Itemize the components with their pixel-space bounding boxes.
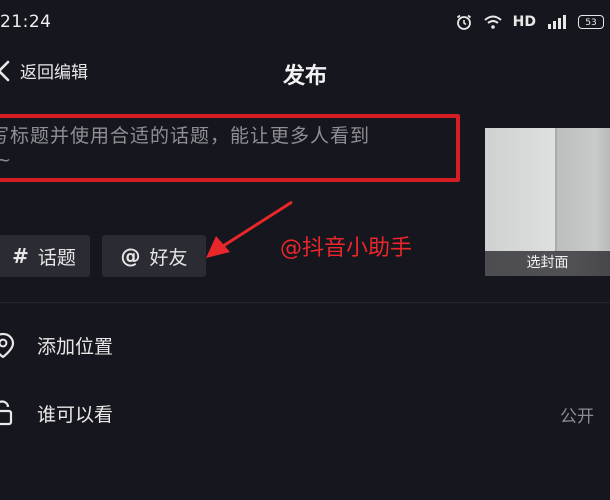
back-chevron-icon [0,60,10,81]
page-title-wrap: 发布 [0,58,610,90]
at-icon: @ [120,244,141,268]
signal-icon [548,15,566,29]
topic-button[interactable]: # 话题 [0,235,90,277]
add-location-label: 添加位置 [37,336,114,358]
title-input[interactable]: 写标题并使用合适的话题，能让更多人看到 [0,121,450,151]
select-cover-label: 选封面 [485,251,610,276]
friend-label: 好友 [149,246,188,269]
visibility-label: 谁可以看 [37,404,114,426]
title-input-tail: ~ [0,150,12,171]
wifi-icon [483,15,502,29]
page-title: 发布 [282,64,327,89]
cover-image-door [555,128,597,252]
back-label: 返回编辑 [20,63,88,83]
status-icons: HD 53 [455,13,604,31]
alarm-icon [456,14,471,30]
battery-icon: 53 [578,15,604,29]
network-type-label: HD [512,14,536,30]
topic-label: 话题 [37,246,76,269]
status-time: 21:24 [0,12,52,32]
cover-thumbnail[interactable]: 选封面 [485,128,610,276]
divider [0,302,610,303]
back-to-edit-button[interactable]: 返回编辑 [0,58,88,83]
mention-friend-button[interactable]: @ 好友 [102,235,206,277]
visibility-value: 公开 [560,407,594,427]
location-pin-icon [0,332,15,358]
hashtag-icon: # [12,244,29,268]
visibility-row[interactable]: 谁可以看 公开 [0,390,610,436]
lock-icon [0,400,13,426]
annotation-text: @抖音小助手 [280,236,413,261]
add-location-row[interactable]: 添加位置 [0,322,610,368]
